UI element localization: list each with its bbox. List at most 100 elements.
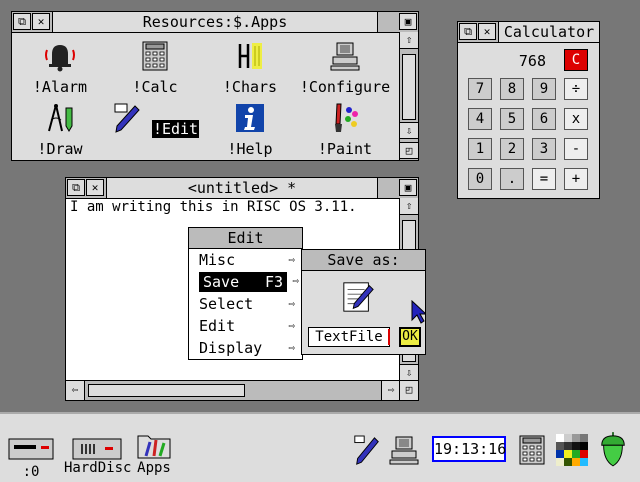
calc-key-5[interactable]: 5 bbox=[500, 108, 524, 130]
save-dialog-title: Save as: bbox=[302, 250, 425, 271]
back-icon[interactable]: ⧉ bbox=[459, 23, 477, 40]
iconbar-label: HardDisc bbox=[64, 460, 132, 476]
apps-folder-icon bbox=[137, 435, 171, 459]
iconbar-label: :0 bbox=[22, 464, 40, 480]
calc-key-0[interactable]: 0 bbox=[468, 168, 492, 190]
text-file-icon[interactable] bbox=[341, 280, 375, 314]
text-caret bbox=[388, 329, 390, 345]
calculator-window: ⧉ ✕ Calculator 768 C 7 8 9 ÷ 4 5 6 x 1 2… bbox=[457, 21, 600, 199]
app-label: !Configure bbox=[299, 78, 391, 96]
resources-titlebar[interactable]: ⧉ ✕ Resources:$.Apps ▣ bbox=[12, 12, 418, 33]
submenu-arrow-icon: ⇨ bbox=[288, 341, 295, 354]
calc-key-plus[interactable]: + bbox=[564, 168, 588, 190]
acorn-icon[interactable] bbox=[598, 430, 628, 468]
iconbar-apps[interactable]: Apps bbox=[134, 430, 174, 476]
calc-key-8[interactable]: 8 bbox=[500, 78, 524, 100]
app-icon-calc[interactable]: !Calc bbox=[107, 40, 203, 96]
scroll-left-icon[interactable]: ⇦ bbox=[66, 381, 85, 400]
app-label: !Paint bbox=[317, 140, 373, 158]
menu-item-edit[interactable]: Edit ⇨ bbox=[199, 316, 298, 336]
calc-clear-button[interactable]: C bbox=[564, 49, 588, 71]
configure-icon[interactable] bbox=[388, 434, 420, 466]
floppy-drive-icon bbox=[8, 438, 54, 460]
submenu-arrow-icon: ⇨ bbox=[288, 253, 295, 266]
calc-key-point[interactable]: . bbox=[500, 168, 524, 190]
calc-key-1[interactable]: 1 bbox=[468, 138, 492, 160]
hscroll-thumb[interactable] bbox=[88, 384, 245, 397]
submenu-arrow-icon: ⇨ bbox=[292, 274, 299, 287]
calc-key-2[interactable]: 2 bbox=[500, 138, 524, 160]
help-info-icon bbox=[236, 104, 264, 132]
palette-icon[interactable] bbox=[556, 434, 588, 466]
calc-key-equals[interactable]: = bbox=[532, 168, 556, 190]
edit-pen-icon bbox=[114, 103, 140, 133]
app-icon-paint[interactable]: !Paint bbox=[297, 102, 393, 158]
submenu-arrow-icon: ⇨ bbox=[288, 297, 295, 310]
menu-title: Edit bbox=[189, 228, 302, 249]
app-icon-alarm[interactable]: !Alarm bbox=[12, 40, 108, 96]
edit-titlebar[interactable]: ⧉ ✕ <untitled> * ▣ bbox=[66, 178, 418, 199]
configure-icon bbox=[330, 42, 360, 71]
close-icon[interactable]: ✕ bbox=[478, 23, 496, 40]
iconbar-harddisc[interactable]: HardDisc bbox=[64, 438, 132, 476]
calc-key-9[interactable]: 9 bbox=[532, 78, 556, 100]
iconbar: :0 HardDisc Apps 19:13:16 bbox=[0, 412, 640, 482]
scroll-down-icon[interactable]: ⇩ bbox=[400, 364, 418, 381]
app-icon-chars[interactable]: !Chars bbox=[202, 40, 298, 96]
app-label: !Edit bbox=[151, 120, 200, 138]
calculator-icon[interactable] bbox=[516, 434, 548, 466]
clock-display[interactable]: 19:13:16 bbox=[432, 436, 506, 462]
submenu-arrow-icon: ⇨ bbox=[288, 319, 295, 332]
calc-key-4[interactable]: 4 bbox=[468, 108, 492, 130]
menu-item-save[interactable]: Save F3 bbox=[199, 272, 287, 292]
iconbar-floppy[interactable]: :0 bbox=[8, 438, 54, 480]
menu-item-select[interactable]: Select ⇨ bbox=[199, 294, 298, 314]
close-icon[interactable]: ✕ bbox=[32, 13, 50, 30]
iconbar-label: Apps bbox=[137, 460, 171, 476]
back-icon[interactable]: ⧉ bbox=[13, 13, 31, 30]
scroll-thumb[interactable] bbox=[402, 54, 416, 120]
document-text[interactable]: I am writing this in RISC OS 3.11. bbox=[70, 199, 357, 215]
close-icon[interactable]: ✕ bbox=[86, 179, 104, 196]
resize-icon[interactable]: ◰ bbox=[399, 380, 418, 400]
menu-item-misc[interactable]: Misc ⇨ bbox=[199, 250, 298, 270]
resize-icon[interactable]: ◰ bbox=[400, 142, 418, 159]
resources-window: ⧉ ✕ Resources:$.Apps ▣ ⇧ ⇩ ◰ !Alarm !Cal… bbox=[11, 11, 419, 161]
alarm-bell-icon bbox=[45, 45, 75, 72]
mouse-pointer-icon bbox=[411, 300, 426, 324]
hard-disc-icon bbox=[72, 438, 122, 460]
app-icon-help[interactable]: !Help bbox=[202, 102, 298, 158]
toggle-size-icon[interactable]: ▣ bbox=[399, 179, 417, 196]
toggle-size-icon[interactable]: ▣ bbox=[399, 13, 417, 30]
calc-key-multiply[interactable]: x bbox=[564, 108, 588, 130]
resources-vscroll[interactable]: ⇧ ⇩ ◰ bbox=[399, 32, 418, 160]
calculator-icon bbox=[142, 41, 168, 71]
edit-hscroll[interactable]: ⇦ ⇨ bbox=[66, 380, 400, 400]
app-label: !Draw bbox=[37, 140, 83, 158]
ok-button[interactable]: OK bbox=[399, 327, 421, 347]
filename-field[interactable]: TextFile bbox=[308, 327, 390, 347]
scroll-right-icon[interactable]: ⇨ bbox=[381, 381, 400, 400]
calc-key-3[interactable]: 3 bbox=[532, 138, 556, 160]
edit-title: <untitled> * bbox=[106, 178, 378, 198]
menu-item-display[interactable]: Display ⇨ bbox=[199, 338, 298, 358]
app-label: !Alarm bbox=[32, 78, 88, 96]
edit-pen-icon[interactable] bbox=[352, 434, 382, 468]
app-label: !Chars bbox=[222, 78, 278, 96]
app-icon-configure[interactable]: !Configure bbox=[297, 40, 393, 96]
app-icon-draw[interactable]: !Draw bbox=[12, 102, 108, 158]
calculator-titlebar[interactable]: ⧉ ✕ Calculator bbox=[458, 22, 599, 43]
calc-key-divide[interactable]: ÷ bbox=[564, 78, 588, 100]
calc-key-7[interactable]: 7 bbox=[468, 78, 492, 100]
scroll-up-icon[interactable]: ⇧ bbox=[400, 32, 418, 49]
back-icon[interactable]: ⧉ bbox=[67, 179, 85, 196]
scroll-down-icon[interactable]: ⇩ bbox=[400, 122, 418, 139]
calculator-display: 768 bbox=[518, 52, 546, 70]
app-label: !Calc bbox=[132, 78, 178, 96]
resources-title: Resources:$.Apps bbox=[52, 12, 378, 32]
app-icon-edit[interactable]: !Edit bbox=[107, 102, 203, 138]
calc-key-6[interactable]: 6 bbox=[532, 108, 556, 130]
draw-compass-icon bbox=[48, 104, 73, 132]
calc-key-minus[interactable]: - bbox=[564, 138, 588, 160]
scroll-up-icon[interactable]: ⇧ bbox=[400, 198, 418, 215]
